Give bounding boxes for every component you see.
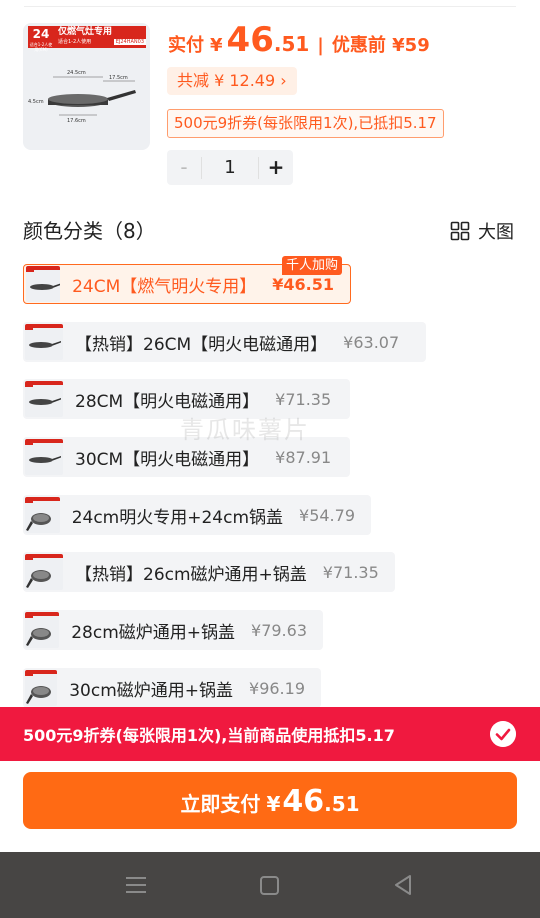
option-name: 24CM【燃气明火专用】	[72, 276, 257, 297]
menu-icon[interactable]	[125, 872, 147, 898]
option-price: ¥87.91	[275, 447, 332, 467]
pay-button-label: 立即支付	[180, 792, 261, 816]
dim-top: 24.5cm	[67, 70, 86, 76]
option-price: ¥71.35	[322, 562, 379, 582]
increase-button[interactable]: +	[259, 150, 293, 185]
option-thumbnail	[25, 612, 60, 648]
option-item[interactable]: 28cm磁炉通用+锅盖 ¥79.63	[23, 610, 323, 650]
option-name: 24cm明火专用+24cm锅盖	[71, 507, 284, 528]
price-separator: |	[317, 35, 324, 56]
option-thumbnail	[25, 439, 63, 475]
option-item[interactable]: 30CM【明火电磁通用】 ¥87.91	[23, 437, 350, 477]
option-price: ¥46.51	[272, 274, 334, 294]
discount-detail-chip[interactable]: 共减 ¥ 12.49 ›	[167, 67, 297, 95]
product-code: EJ24HAN03	[113, 39, 146, 45]
option-thumbnail	[25, 497, 60, 533]
pay-amount-dec: .51	[273, 32, 310, 56]
pay-now-button[interactable]: 立即支付 ¥ 46 .51	[23, 772, 517, 829]
option-name: 28CM【明火电磁通用】	[75, 391, 260, 412]
top-divider	[24, 6, 516, 7]
option-item[interactable]: 30cm磁炉通用+锅盖 ¥96.19	[23, 668, 321, 708]
coupon-bar[interactable]: 500元9折券(每张限用1次),当前商品使用抵扣5.17	[0, 707, 540, 761]
option-thumbnail	[25, 554, 63, 590]
product-size-badge: 24 适合1-2人使用(CM)	[28, 26, 54, 52]
big-image-label: 大图	[478, 222, 514, 243]
system-nav-bar	[0, 852, 540, 918]
check-circle-icon[interactable]	[490, 721, 516, 747]
popular-tag: 千人加购	[282, 256, 343, 275]
pay-button-dec: .51	[324, 792, 360, 816]
grid-icon	[450, 221, 470, 241]
option-name: 28cm磁炉通用+锅盖	[71, 622, 236, 643]
option-name: 【热销】26CM【明火电磁通用】	[75, 334, 328, 355]
option-thumbnail	[26, 266, 61, 302]
coupon-chip[interactable]: 500元9折券(每张限用1次),已抵扣5.17	[167, 109, 444, 138]
back-icon[interactable]	[392, 872, 414, 898]
option-item[interactable]: 28CM【明火电磁通用】 ¥71.35	[23, 379, 350, 419]
option-item[interactable]: 【热销】26cm磁炉通用+锅盖 ¥71.35	[23, 552, 395, 592]
quantity-stepper: - 1 +	[167, 150, 293, 185]
home-icon[interactable]	[259, 872, 281, 898]
option-price: ¥63.07	[343, 332, 400, 352]
decrease-button[interactable]: -	[167, 150, 201, 185]
pay-button-currency: ¥	[266, 792, 281, 816]
pay-label: 实付	[168, 35, 204, 56]
option-name: 30cm磁炉通用+锅盖	[69, 680, 234, 701]
option-name: 30CM【明火电磁通用】	[75, 449, 260, 470]
option-item[interactable]: 24cm明火专用+24cm锅盖 ¥54.79	[23, 495, 371, 535]
price-row: 实付 ¥ 46 .51 | 优惠前 ¥59	[168, 20, 430, 60]
option-item[interactable]: 【热销】26CM【明火电磁通用】 ¥63.07	[23, 322, 426, 362]
pay-button-int: 46	[282, 784, 325, 819]
pre-discount-price: 优惠前 ¥59	[331, 35, 430, 56]
option-thumbnail	[25, 324, 63, 360]
frying-pan-icon: 24.5cm 17.5cm 4.5cm 17.6cm	[28, 70, 136, 124]
option-price: ¥79.63	[251, 620, 307, 640]
option-thumbnail	[25, 381, 63, 417]
product-image[interactable]: 24 适合1-2人使用(CM) 仅燃气灶专用 适合1-2人使用 EJ24HAN0…	[23, 23, 150, 150]
option-price: ¥54.79	[299, 505, 355, 525]
section-title: 颜色分类（8）	[23, 219, 156, 243]
option-price: ¥96.19	[249, 678, 305, 698]
coupon-bar-text: 500元9折券(每张限用1次),当前商品使用抵扣5.17	[23, 726, 395, 745]
option-name: 【热销】26cm磁炉通用+锅盖	[75, 564, 307, 585]
big-image-toggle[interactable]: 大图	[450, 218, 514, 244]
option-price: ¥71.35	[275, 389, 332, 409]
pay-amount-int: 46	[226, 20, 274, 60]
option-thumbnail	[25, 670, 58, 706]
pay-currency: ¥	[210, 35, 223, 56]
dim-bottom: 17.6cm	[67, 118, 86, 124]
quantity-input[interactable]: 1	[201, 156, 259, 179]
dim-height: 4.5cm	[28, 99, 44, 105]
dim-handle: 17.5cm	[109, 75, 128, 81]
